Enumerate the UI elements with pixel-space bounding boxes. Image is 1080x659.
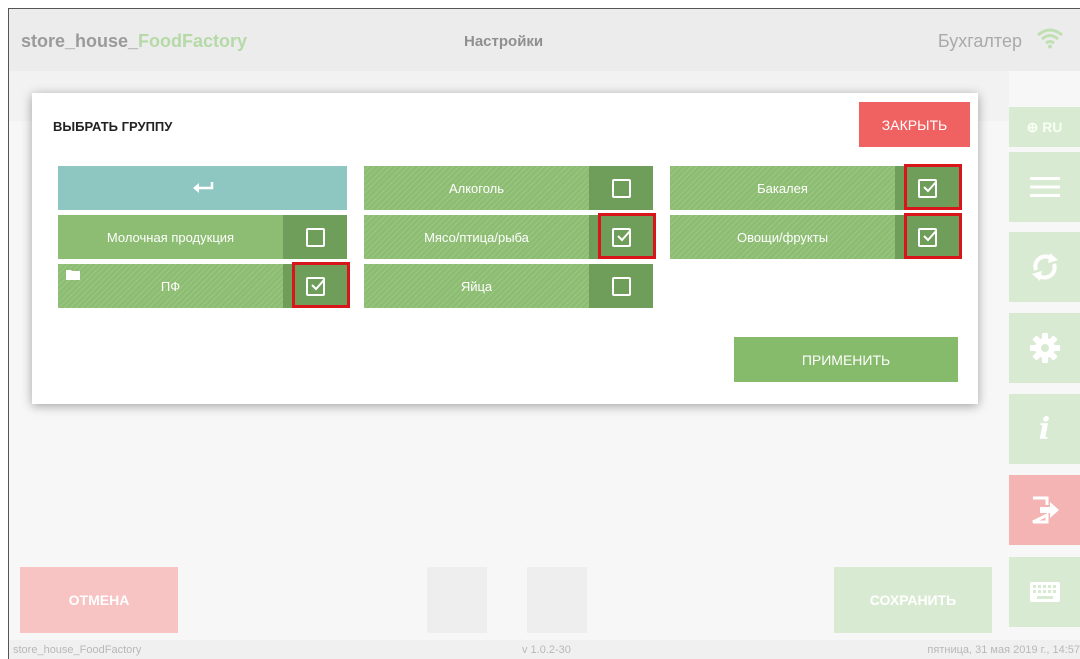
- checkbox-unchecked-icon: [611, 276, 631, 296]
- group-checkbox-cell[interactable]: [589, 166, 653, 210]
- app-title-prefix: store_house_: [21, 31, 139, 51]
- info-button[interactable]: i: [1009, 394, 1080, 464]
- group-checkbox-cell[interactable]: [895, 213, 962, 259]
- save-button[interactable]: СОХРАНИТЬ: [834, 567, 992, 633]
- gear-icon: [1029, 333, 1060, 363]
- logout-button[interactable]: [1009, 475, 1080, 545]
- highlight-frame: [904, 213, 962, 259]
- highlight-frame: [598, 213, 656, 259]
- group-tile-dairy[interactable]: Молочная продукция: [58, 215, 347, 259]
- group-label: Яйца: [364, 264, 589, 308]
- footer-app-name: store_house_FoodFactory: [13, 644, 142, 656]
- settings-button[interactable]: [1009, 313, 1080, 383]
- footer-datetime: пятница, 31 мая 2019 г., 14:57: [927, 644, 1080, 656]
- group-label: Мясо/птица/рыба: [364, 215, 589, 259]
- highlight-frame: [904, 164, 962, 210]
- group-label: Бакалея: [670, 166, 895, 210]
- logout-icon: [1031, 496, 1059, 524]
- group-tile-alcohol[interactable]: Алкоголь: [364, 166, 653, 210]
- wifi-icon: [1037, 28, 1063, 49]
- highlight-frame: [292, 262, 350, 308]
- footer-version: v 1.0.2-30: [522, 644, 571, 656]
- group-tile-grocery[interactable]: Бакалея: [670, 164, 962, 210]
- checkbox-unchecked-icon: [611, 178, 631, 198]
- group-label: ПФ: [58, 264, 283, 308]
- group-label: Алкоголь: [364, 166, 589, 210]
- group-checkbox-cell[interactable]: [589, 213, 656, 259]
- group-label-text: ПФ: [160, 278, 181, 294]
- faded-button: [527, 567, 587, 633]
- group-tile-vegetables[interactable]: Овощи/фрукты: [670, 213, 962, 259]
- group-checkbox-cell[interactable]: [283, 215, 347, 259]
- group-checkbox-cell[interactable]: [895, 164, 962, 210]
- dialog-title: ВЫБРАТЬ ГРУППУ: [53, 119, 173, 134]
- return-arrow-icon: [192, 182, 213, 193]
- app-title-accent: FoodFactory: [138, 31, 248, 51]
- folder-icon: [66, 270, 80, 280]
- apply-button[interactable]: ПРИМЕНИТЬ: [734, 337, 958, 382]
- group-tile-eggs[interactable]: Яйца: [364, 264, 653, 308]
- status-footer: store_house_FoodFactory v 1.0.2-30 пятни…: [9, 640, 1080, 659]
- menu-button[interactable]: [1009, 152, 1080, 222]
- faded-button: [427, 567, 487, 633]
- user-name[interactable]: Бухгалтер: [938, 31, 1022, 52]
- cancel-button[interactable]: ОТМЕНА: [20, 567, 178, 633]
- hamburger-icon: [1029, 177, 1060, 197]
- group-checkbox-cell[interactable]: [589, 264, 653, 308]
- checkbox-unchecked-icon: [305, 227, 325, 247]
- app-header: store_house_FoodFactory Настройки Бухгал…: [9, 9, 1080, 71]
- close-button[interactable]: ЗАКРЫТЬ: [859, 102, 970, 147]
- app-title: store_house_FoodFactory: [21, 31, 247, 52]
- keyboard-icon: [1029, 582, 1060, 602]
- sync-icon: [1031, 253, 1058, 281]
- keyboard-button[interactable]: [1009, 557, 1080, 627]
- group-checkbox-cell[interactable]: [283, 262, 350, 308]
- sync-button[interactable]: [1009, 232, 1080, 302]
- group-label: Овощи/фрукты: [670, 215, 895, 259]
- group-tile-semi-finished[interactable]: ПФ: [58, 262, 350, 308]
- screen-title: Настройки: [464, 33, 544, 50]
- group-tile-meat[interactable]: Мясо/птица/рыба: [364, 213, 656, 259]
- select-group-dialog: ВЫБРАТЬ ГРУППУ ЗАКРЫТЬ Алкоголь Бакалея …: [32, 93, 978, 404]
- group-label: Молочная продукция: [58, 215, 283, 259]
- back-button[interactable]: [58, 166, 347, 210]
- language-button[interactable]: ⊕ RU: [1009, 107, 1080, 147]
